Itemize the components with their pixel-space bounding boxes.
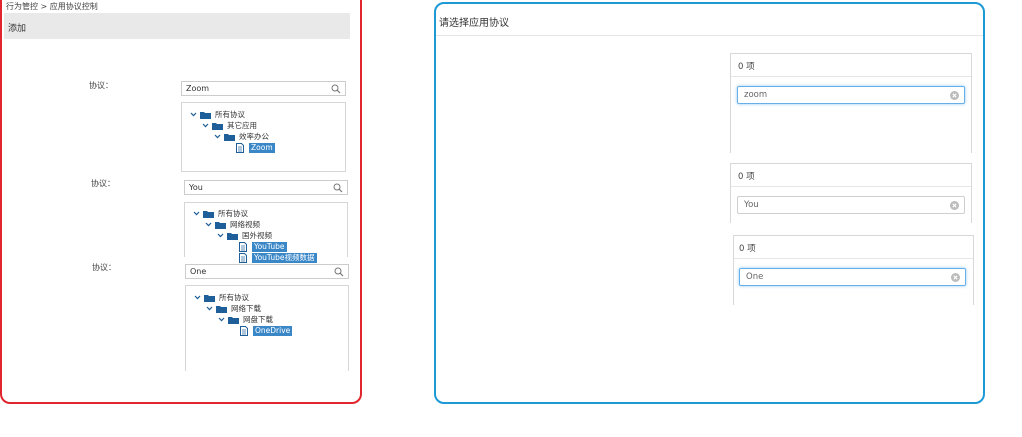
chevron-down-icon[interactable] [202, 122, 209, 129]
search-icon[interactable] [334, 267, 344, 277]
tree-node-label: Zoom [249, 143, 275, 153]
tree-node-label: 网络下载 [231, 304, 261, 313]
filter-input[interactable]: One [739, 268, 966, 286]
card-divider [731, 76, 971, 77]
chevron-down-icon[interactable] [193, 210, 200, 217]
chevron-down-icon[interactable] [217, 232, 224, 239]
search-icon[interactable] [333, 183, 343, 193]
breadcrumb: 行为管控 > 应用协议控制 [6, 2, 98, 11]
tree-node-label: 网络视频 [230, 220, 260, 229]
tree-node-label: 其它应用 [227, 121, 257, 130]
card-divider [731, 186, 971, 187]
tree-node-label: 国外视频 [242, 231, 272, 240]
file-icon [239, 242, 247, 252]
protocol-search-input[interactable]: You [184, 180, 348, 195]
chevron-down-icon[interactable] [214, 133, 221, 140]
card-divider [734, 258, 973, 259]
tree-node-label: YouTube [252, 242, 287, 252]
folder-icon [215, 222, 226, 229]
protocol-search-value: Zoom [186, 84, 210, 93]
protocol-label: 协议： [89, 81, 113, 90]
tree-node-label: YouTube视频数据 [252, 253, 317, 263]
folder-icon [203, 211, 214, 218]
search-icon[interactable] [331, 84, 341, 94]
chevron-down-icon[interactable] [194, 294, 201, 301]
clear-icon[interactable] [950, 201, 959, 210]
add-header-bar [4, 13, 350, 39]
select-protocol-title: 请选择应用协议 [439, 18, 509, 29]
add-title: 添加 [8, 24, 27, 34]
chevron-down-icon[interactable] [205, 221, 212, 228]
filter-input-value: You [744, 200, 759, 210]
folder-icon [216, 306, 227, 313]
chevron-down-icon[interactable] [206, 305, 213, 312]
tree-node-label: 所有协议 [215, 110, 245, 119]
folder-icon [204, 295, 215, 302]
folder-icon [227, 233, 238, 240]
filter-input-value: zoom [744, 90, 768, 100]
selected-card [730, 163, 972, 223]
tree-node-label: 所有协议 [219, 293, 249, 302]
protocol-search-input[interactable]: One [185, 264, 349, 279]
filter-input-value: One [746, 272, 764, 282]
chevron-down-icon[interactable] [190, 111, 197, 118]
selected-count: 0 项 [738, 172, 755, 182]
folder-icon [212, 123, 223, 130]
clear-icon[interactable] [951, 273, 960, 282]
chevron-down-icon[interactable] [218, 316, 225, 323]
title-divider [436, 35, 983, 36]
protocol-search-value: You [189, 183, 203, 192]
protocol-search-input[interactable]: Zoom [181, 81, 346, 96]
folder-icon [228, 317, 239, 324]
tree-node-label: 网盘下载 [243, 315, 273, 324]
filter-input[interactable]: zoom [737, 86, 965, 104]
file-icon [236, 143, 244, 153]
file-icon [239, 253, 247, 263]
tree-node-label: 所有协议 [218, 209, 248, 218]
protocol-search-value: One [190, 267, 207, 276]
folder-icon [224, 134, 235, 141]
clear-icon[interactable] [950, 91, 959, 100]
folder-icon [200, 112, 211, 119]
tree-node-label: 效率办公 [239, 132, 269, 141]
filter-input[interactable]: You [737, 196, 965, 214]
selected-count: 0 项 [738, 62, 755, 72]
protocol-label: 协议： [91, 179, 115, 188]
protocol-label: 协议： [92, 263, 116, 272]
selected-count: 0 项 [739, 244, 756, 254]
tree-node-label: OneDrive [253, 326, 293, 336]
file-icon [240, 326, 248, 336]
